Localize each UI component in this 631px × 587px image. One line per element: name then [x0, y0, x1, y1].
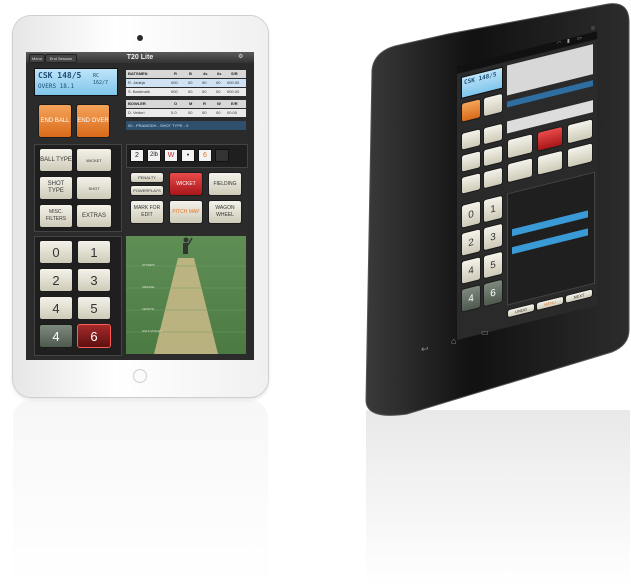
tablet-key-boundary-4[interactable]: 4 [461, 284, 481, 314]
tablet-penalty-button[interactable] [507, 133, 533, 160]
tablet-end-ball-button[interactable] [461, 98, 481, 124]
tablet-mark-for-edit-button[interactable] [507, 157, 533, 184]
tablet-scoreboard-grid [507, 171, 595, 306]
tablet-wicket-button[interactable] [537, 125, 563, 153]
tablet-key-3[interactable]: 3 [483, 222, 503, 252]
tablet-end-over-button[interactable] [483, 92, 503, 118]
tablet-wagon-wheel-button[interactable] [567, 142, 593, 169]
tablet-key-2[interactable]: 2 [461, 228, 481, 258]
recents-icon[interactable]: ▭ [481, 328, 489, 337]
tablet-ball-type-button[interactable] [461, 128, 481, 152]
tablet-key-5[interactable]: 5 [483, 250, 503, 280]
wifi-icon: ◠ [557, 39, 562, 48]
tablet-screen: ◠ ▮ ▭ CSK 148/5 0 1 2 3 4 5 4 6 UNDO MEN… [457, 31, 597, 340]
tablet-pitch-map-button[interactable] [537, 149, 563, 177]
tablet-key-0[interactable]: 0 [461, 200, 481, 230]
signal-icon: ▮ [567, 37, 570, 45]
tablet-key-boundary-6[interactable]: 6 [483, 278, 503, 308]
tablet-fielding-button[interactable] [567, 118, 593, 145]
tablet-shot-type-button[interactable] [461, 150, 481, 174]
tablet-tab[interactable]: NEXT [565, 288, 593, 305]
tablet-key-4[interactable]: 4 [461, 256, 481, 286]
tablet-team-score: CSK 148/5 [464, 71, 497, 87]
battery-icon: ▭ [577, 34, 582, 43]
tablet-reflection [366, 410, 630, 585]
ipad-reflection [13, 400, 268, 585]
tablet-tab[interactable]: MENU [536, 295, 564, 312]
tablet-key-1[interactable]: 1 [483, 194, 503, 224]
tablet-wicket-toggle[interactable] [483, 122, 503, 146]
tablet-tab[interactable]: UNDO [507, 302, 535, 319]
tablet-shot-toggle[interactable] [483, 144, 503, 168]
back-icon[interactable]: ↩ [421, 344, 429, 355]
tablet-misc-filters-button[interactable] [461, 172, 481, 196]
home-icon[interactable]: ⌂ [451, 336, 456, 346]
tablet-extras-button[interactable] [483, 166, 503, 190]
